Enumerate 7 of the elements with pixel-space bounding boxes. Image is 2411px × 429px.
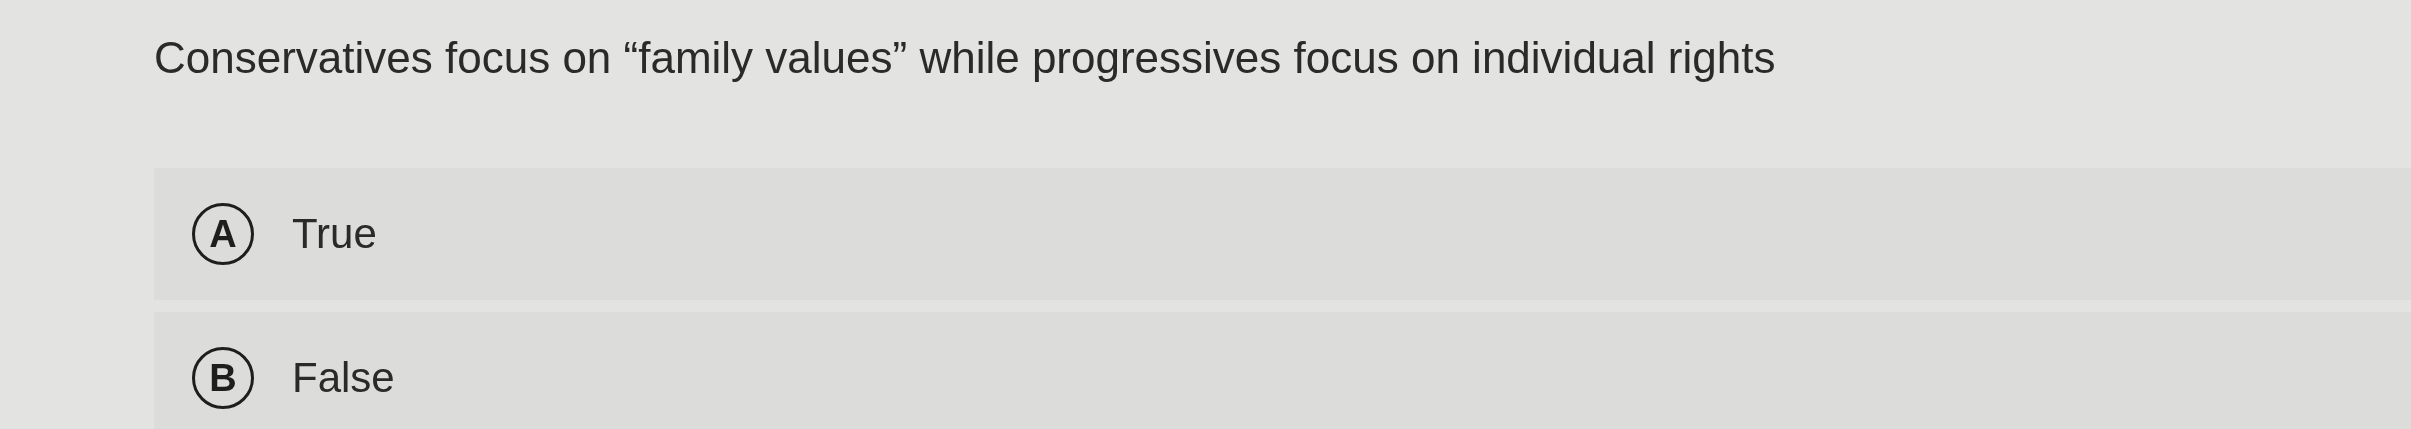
answer-option[interactable]: B False xyxy=(154,312,2411,429)
option-label: False xyxy=(292,354,395,402)
option-label: True xyxy=(292,210,377,258)
answer-option[interactable]: A True xyxy=(154,168,2411,300)
option-letter: B xyxy=(192,347,254,409)
option-letter: A xyxy=(192,203,254,265)
question-text: Conservatives focus on “family values” while progressives focus on individual rights xyxy=(154,32,1777,84)
